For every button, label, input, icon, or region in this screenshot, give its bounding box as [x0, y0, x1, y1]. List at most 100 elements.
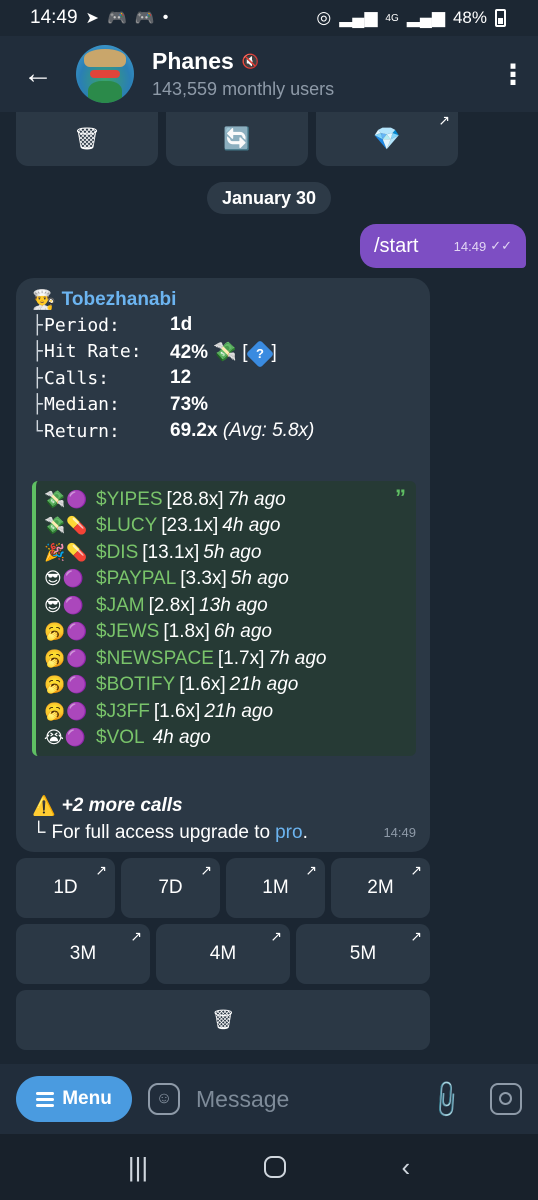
- call-row: 😭🟣 $VOL 4h ago: [44, 727, 211, 749]
- call-ticker[interactable]: $DIS: [96, 542, 138, 564]
- pro-link[interactable]: pro: [275, 822, 302, 844]
- menu-button[interactable]: Menu: [16, 1076, 132, 1122]
- status-bar: 14:49 ➤ 🎮 🎮 • ◎ ▂▄▆ 4G ▂▄▆ 48%: [0, 0, 538, 36]
- home-icon[interactable]: [263, 1156, 286, 1178]
- keyboard-row: 🗑: [16, 990, 430, 1050]
- period-button-2m[interactable]: 2M ↗: [331, 858, 430, 918]
- call-ticker[interactable]: $JAM: [96, 595, 145, 617]
- period-button-7d[interactable]: 7D ↗: [121, 858, 220, 918]
- status-time: 14:49: [30, 7, 78, 28]
- diamond-icon: 💎: [373, 126, 401, 151]
- stat-value: 12: [170, 367, 192, 389]
- outgoing-text: /start: [374, 234, 419, 257]
- refresh-button[interactable]: 🔄: [166, 112, 308, 166]
- attach-icon[interactable]: 📎: [423, 1077, 468, 1122]
- period-button-3m[interactable]: 3M ↗: [16, 924, 150, 984]
- external-link-icon: ↗: [95, 862, 107, 878]
- previous-inline-keyboard: 🗑 🔄 💎 ↗: [16, 112, 458, 166]
- call-ticker[interactable]: $J3FF: [96, 701, 150, 723]
- call-emoji: 🎉💊: [44, 542, 89, 562]
- delete-button[interactable]: 🗑: [16, 112, 158, 166]
- call-row: 💸🟣 $YIPES [28.8x] 7h ago: [44, 488, 286, 511]
- call-emoji: 😭🟣: [44, 728, 88, 748]
- sticker-icon[interactable]: ☺: [148, 1083, 180, 1115]
- warning-icon: ⚠️: [32, 795, 56, 817]
- call-ticker[interactable]: $JEWS: [96, 621, 159, 643]
- call-emoji: 😎🟣: [44, 595, 85, 615]
- call-row: 🎉💊 $DIS [13.1x] 5h ago: [44, 541, 262, 564]
- system-nav-bar: ||| ‹: [0, 1134, 538, 1200]
- call-row: 🥱🟣 $NEWSPACE [1.7x] 7h ago: [44, 647, 327, 670]
- calls-quote: ” 💸🟣 $YIPES [28.8x] 7h ago 💸💊 $LUCY [23.1x] 4h…: [32, 480, 416, 756]
- call-emoji: 😎🟣: [44, 569, 85, 589]
- back-icon[interactable]: ‹: [401, 1152, 410, 1183]
- hotspot-icon: ◎: [316, 8, 332, 27]
- chat-subtitle: 143,559 monthly users: [152, 79, 335, 99]
- call-row: 😎🟣 $JAM [2.8x] 13h ago: [44, 594, 268, 617]
- dot-icon: •: [162, 9, 169, 26]
- stat-value: 42% 💸 [?]: [170, 339, 277, 368]
- camera-icon[interactable]: [490, 1083, 522, 1115]
- call-row: 🥱🟣 $BOTIFY [1.6x] 21h ago: [44, 674, 299, 696]
- more-options-icon[interactable]: ⋮: [488, 58, 538, 91]
- more-calls-block: ⚠️ +2 more calls └ For full access upgra…: [32, 794, 416, 844]
- inline-keyboard: 1D ↗ 7D ↗ 1M ↗ 2M ↗ 3M ↗ 4M ↗ 5M ↗ 🗑: [16, 858, 430, 1056]
- stats-block: ├ Period: 1d ├ Hit Rate: 42% 💸 [?] ├ Cal…: [32, 312, 416, 445]
- call-ticker[interactable]: $LUCY: [96, 515, 157, 537]
- external-link-icon: ↗: [200, 862, 212, 878]
- signal-icon: ▂▄▆: [406, 8, 445, 27]
- stat-row: ├ Median: 73%: [32, 393, 209, 416]
- premium-button[interactable]: 💎 ↗: [316, 112, 458, 166]
- call-ticker[interactable]: $YIPES: [96, 489, 163, 511]
- external-link-icon: ↗: [305, 862, 317, 878]
- menu-icon: [36, 1091, 55, 1107]
- call-row: 💸💊 $LUCY [23.1x] 4h ago: [44, 515, 281, 537]
- status-icons-right: ◎ ▂▄▆ 4G ▂▄▆ 48%: [316, 8, 506, 28]
- stat-row: ├ Calls: 12: [32, 367, 192, 389]
- message-time: 14:49: [383, 825, 416, 840]
- back-arrow-icon[interactable]: ←: [0, 57, 76, 91]
- external-link-icon: ↗: [270, 928, 282, 944]
- period-button-5m[interactable]: 5M ↗: [296, 924, 430, 984]
- sender-row: 👨‍🍳 Tobezhanabi: [32, 288, 416, 312]
- stat-key: Calls:: [44, 367, 110, 389]
- stat-value: 73%: [170, 393, 209, 415]
- external-link-icon: ↗: [130, 928, 142, 944]
- keyboard-row: 1D ↗ 7D ↗ 1M ↗ 2M ↗: [16, 858, 430, 918]
- question-badge-icon[interactable]: ?: [245, 339, 274, 368]
- stat-row: ├ Period: 1d: [32, 314, 193, 336]
- call-emoji: 🥱🟣: [44, 648, 89, 668]
- recent-apps-icon[interactable]: |||: [128, 1152, 148, 1183]
- delete-button[interactable]: 🗑: [16, 990, 430, 1050]
- call-ticker[interactable]: $PAYPAL: [96, 568, 176, 590]
- sender-name: Tobezhanabi: [61, 289, 177, 310]
- call-ticker[interactable]: $BOTIFY: [96, 674, 175, 696]
- call-emoji: 🥱🟣: [44, 675, 89, 695]
- call-row: 🥱🟣 $JEWS [1.8x] 6h ago: [44, 621, 272, 643]
- message-composer: Menu ☺ Message 📎: [0, 1064, 538, 1134]
- external-link-icon: ↗: [410, 862, 422, 878]
- mute-icon: 🔇: [241, 53, 260, 69]
- external-link-icon: ↗: [410, 928, 422, 944]
- stat-note: (Avg: 5.8x): [222, 420, 315, 442]
- quote-icon: ”: [395, 484, 406, 510]
- avatar[interactable]: [76, 45, 134, 103]
- gamepad-icon: 🎮: [134, 10, 155, 27]
- call-ticker[interactable]: $NEWSPACE: [96, 648, 214, 670]
- upgrade-text: For full access upgrade to: [51, 821, 271, 843]
- 4g-icon: 4G: [385, 12, 399, 24]
- period-button-4m[interactable]: 4M ↗: [156, 924, 290, 984]
- incoming-message[interactable]: 👨‍🍳 Tobezhanabi ├ Period: 1d ├ Hit Rate:…: [16, 278, 430, 852]
- outgoing-message[interactable]: /start 14:49 ✓✓: [360, 224, 526, 268]
- period-button-1d[interactable]: 1D ↗: [16, 858, 115, 918]
- chat-title-block[interactable]: Phanes 🔇 143,559 monthly users: [152, 48, 488, 100]
- status-icons-left: ➤ 🎮 🎮 •: [86, 8, 169, 28]
- chat-area: 🗑 🔄 💎 ↗ January 30 /start 14:49 ✓✓ 👨‍🍳 To…: [0, 112, 538, 1064]
- call-ticker[interactable]: $VOL: [96, 727, 145, 749]
- message-input[interactable]: Message: [196, 1086, 430, 1113]
- period-button-1m[interactable]: 1M ↗: [226, 858, 325, 918]
- stat-row: └ Return: 69.2x (Avg: 5.8x): [32, 420, 315, 442]
- more-calls-text: +2 more calls: [61, 794, 183, 816]
- call-emoji: 🥱🟣: [44, 622, 89, 642]
- battery-icon: [495, 9, 506, 27]
